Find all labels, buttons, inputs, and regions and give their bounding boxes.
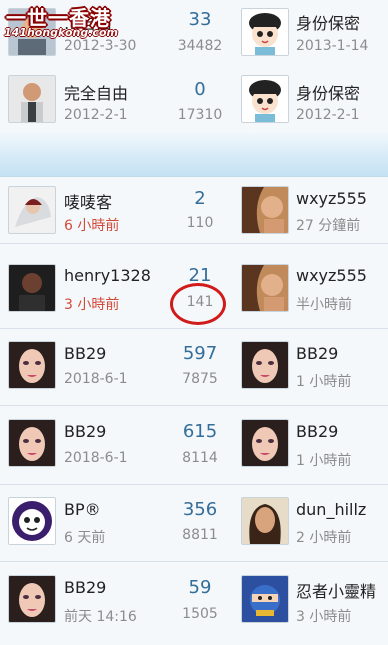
last-post-time[interactable]: 2 小時前 [296, 527, 351, 547]
thread-row: BP® 6 天前 356 8811 dun_hillz 2 小時前 [0, 485, 388, 562]
thread-author[interactable]: henry1328 [64, 266, 151, 285]
last-post-time[interactable]: 1 小時前 [296, 371, 351, 391]
user-avatar[interactable] [8, 264, 56, 312]
thread-row: BB29 前天 14:16 59 1505 忍者小靈精 3 小時前 [0, 562, 388, 645]
reply-count[interactable]: 356 [160, 499, 240, 520]
thread-date: 2018-6-1 [64, 450, 128, 466]
last-post-time[interactable]: 半小時前 [296, 294, 352, 314]
last-poster-name[interactable]: dun_hillz [296, 500, 366, 519]
annotation-circle [170, 283, 226, 325]
user-avatar[interactable] [8, 419, 56, 467]
reply-count[interactable]: 2 [160, 188, 240, 209]
view-count: 8114 [182, 450, 218, 466]
thread-author[interactable]: 唛唛客 [64, 189, 112, 213]
view-count: 34482 [177, 38, 223, 54]
thread-row: 完全自由 2012-2-1 0 17310 身份保密 2012-2-1 [0, 65, 388, 132]
last-poster-avatar[interactable] [241, 497, 289, 545]
last-post-time[interactable]: 2012-2-1 [296, 107, 360, 123]
thread-row: BB29 2018-6-1 597 7875 BB29 1 小時前 [0, 329, 388, 406]
last-poster-name[interactable]: 身份保密 [296, 80, 360, 104]
thread-author[interactable]: BB29 [64, 422, 106, 441]
reply-count[interactable]: 33 [160, 9, 240, 30]
thread-date: 6 天前 [64, 530, 106, 546]
last-poster-name[interactable]: 忍者小靈精 [296, 578, 376, 602]
site-watermark: 一世一香港 141hongkong.com [2, 2, 128, 42]
last-post-time[interactable]: 1 小時前 [296, 450, 351, 470]
user-avatar[interactable] [8, 497, 56, 545]
last-poster-name[interactable]: BB29 [296, 422, 338, 441]
thread-row: 唛唛客 6 小時前 2 110 wxyz555 27 分鐘前 [0, 177, 388, 244]
reply-count[interactable]: 597 [160, 343, 240, 364]
last-post-time[interactable]: 27 分鐘前 [296, 215, 360, 235]
thread-date: 2012-2-1 [64, 107, 128, 123]
last-poster-avatar[interactable] [241, 8, 289, 56]
last-poster-avatar[interactable] [241, 264, 289, 312]
thread-date: 3 小時前 [64, 297, 120, 313]
thread-date: 前天 14:16 [64, 609, 137, 625]
view-count: 7875 [182, 371, 218, 387]
last-poster-name[interactable]: BB29 [296, 344, 338, 363]
thread-row: BB29 2018-6-1 615 8114 BB29 1 小時前 [0, 406, 388, 485]
view-count: 110 [186, 215, 214, 231]
view-count: 8811 [182, 527, 218, 543]
thread-author[interactable]: BB29 [64, 344, 106, 363]
last-poster-name[interactable]: wxyz555 [296, 266, 367, 285]
section-separator [0, 131, 388, 177]
last-poster-avatar[interactable] [241, 75, 289, 123]
thread-author[interactable]: BP® [64, 500, 101, 519]
thread-date: 6 小時前 [64, 218, 120, 234]
reply-count[interactable]: 59 [160, 577, 240, 598]
last-poster-avatar[interactable] [241, 575, 289, 623]
thread-author[interactable]: BB29 [64, 578, 106, 597]
last-poster-name[interactable]: 身份保密 [296, 10, 360, 34]
user-avatar[interactable] [8, 341, 56, 389]
thread-date: 2018-6-1 [64, 371, 128, 387]
last-poster-name[interactable]: wxyz555 [296, 189, 367, 208]
user-avatar[interactable] [8, 75, 56, 123]
last-post-time[interactable]: 2013-1-14 [296, 38, 368, 54]
last-poster-avatar[interactable] [241, 186, 289, 234]
view-count: 17310 [177, 107, 223, 123]
thread-author[interactable]: 完全自由 [64, 80, 128, 104]
view-count: 1505 [182, 606, 218, 622]
user-avatar[interactable] [8, 575, 56, 623]
user-avatar[interactable] [8, 186, 56, 234]
last-poster-avatar[interactable] [241, 341, 289, 389]
last-post-time[interactable]: 3 小時前 [296, 606, 351, 626]
reply-count[interactable]: 0 [160, 79, 240, 100]
last-poster-avatar[interactable] [241, 419, 289, 467]
reply-count[interactable]: 615 [160, 421, 240, 442]
watermark-url: 141hongkong.com [4, 26, 118, 39]
